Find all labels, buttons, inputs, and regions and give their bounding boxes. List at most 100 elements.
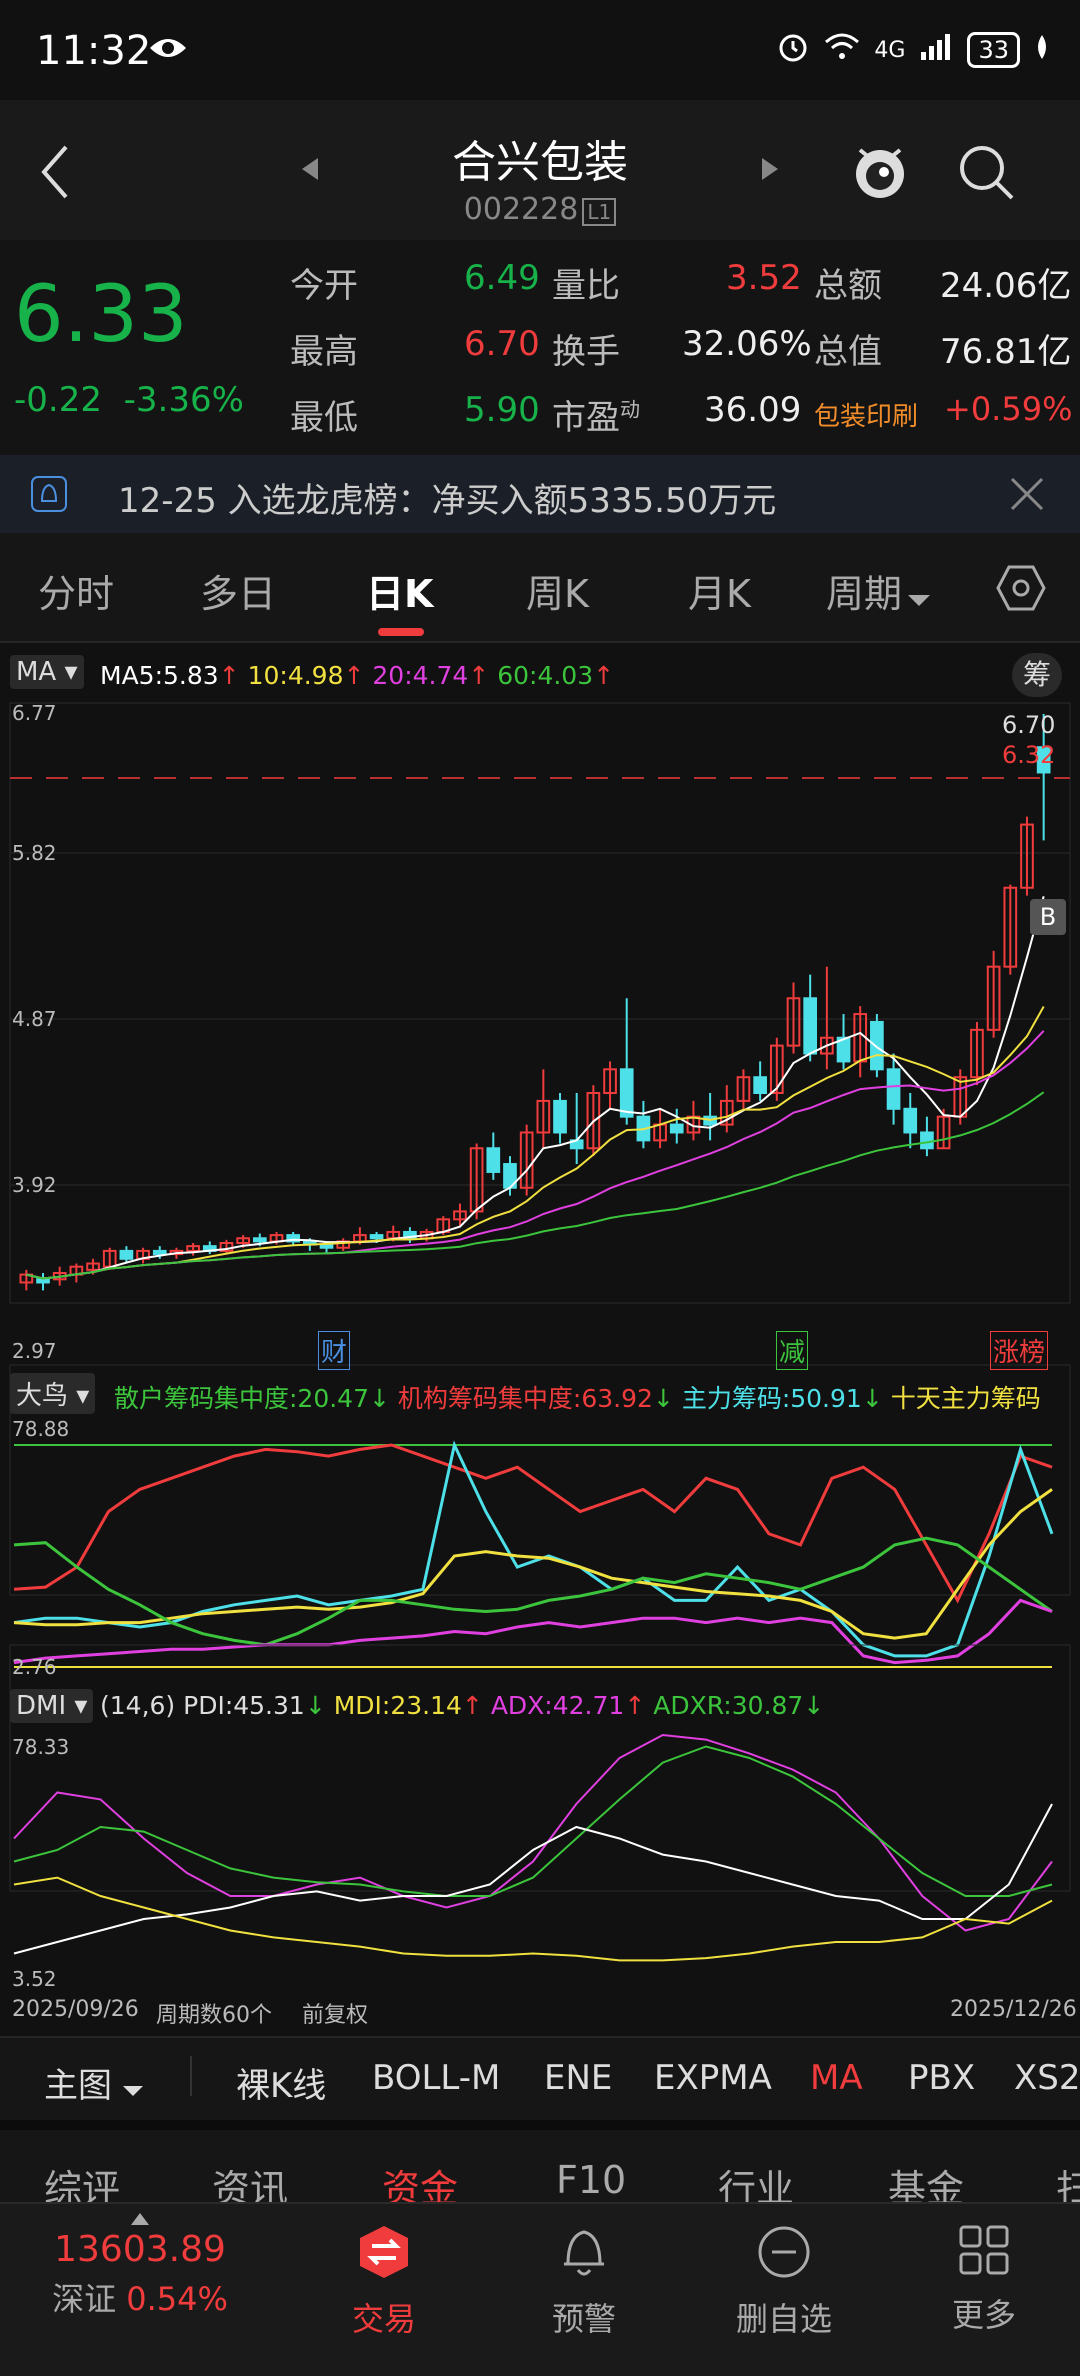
adxr-line xyxy=(13,1745,1053,1897)
tab-monthly-k[interactable]: 月K xyxy=(688,563,751,618)
indicator-xs2[interactable]: XS2 xyxy=(1014,2058,1080,2098)
next-stock-icon[interactable] xyxy=(760,156,780,186)
indicator-boll[interactable]: BOLL-M xyxy=(372,2058,500,2098)
dmi-ymax: 78.33 xyxy=(12,1735,70,1759)
info-tabs: 综评 资讯 资金 F10 行业 基金 扫 xyxy=(0,2120,1080,2211)
chevron-down-icon xyxy=(122,2086,143,2096)
search-icon[interactable] xyxy=(958,144,1014,204)
candle-down xyxy=(669,1123,684,1134)
event-earnings-mark[interactable]: 财 xyxy=(318,1331,351,1370)
sector-name[interactable]: 包装印刷 xyxy=(814,396,918,433)
candle-down xyxy=(803,997,818,1055)
level-tag: L1 xyxy=(582,198,617,226)
kline-chart[interactable]: MA ▾ MA5:5.83↑ 10:4.98↑ 20:4.74↑ 60:4.03… xyxy=(0,645,1080,2035)
candlestick-series xyxy=(19,714,1051,1291)
indicator-expma[interactable]: EXPMA xyxy=(654,2058,772,2098)
change-pct: -3.36% xyxy=(123,380,244,420)
vol-ratio-value: 3.52 xyxy=(726,258,802,298)
tab-daily-k[interactable]: 日K xyxy=(366,563,433,618)
tab-multiday[interactable]: 多日 xyxy=(200,563,276,618)
dmi-indicator-label: DMI xyxy=(16,1691,67,1721)
nav-remove-label: 删自选 xyxy=(735,2300,832,2338)
eye-icon xyxy=(148,34,188,66)
y-label-bottom: 2.97 xyxy=(12,1339,57,1363)
index-ticker[interactable]: 13603.89 深证 0.54% xyxy=(40,2210,240,2320)
tab-weekly-k[interactable]: 周K xyxy=(526,563,589,618)
indicator-ma[interactable]: MA xyxy=(810,2058,863,2098)
main-chart-select[interactable]: 主图 xyxy=(44,2058,143,2107)
chip-indicator-select[interactable]: 大鸟 ▾ xyxy=(10,1373,96,1414)
notice-bar[interactable]: 12-25 入选龙虎榜：净买入额5335.50万元 xyxy=(0,455,1080,533)
mktcap-label: 总值 xyxy=(814,332,882,372)
dmi-legend: (14,6) PDI:45.31↓ MDI:23.14↑ ADX:42.71↑ … xyxy=(100,1691,825,1720)
dmi-ymin: 3.52 xyxy=(12,1967,57,1991)
stock-code: 002228 L1 xyxy=(0,192,1080,227)
nav-alert[interactable]: 预警 xyxy=(504,2224,664,2340)
alarm-icon xyxy=(776,30,810,70)
candle-down xyxy=(920,1131,934,1150)
status-bar: 11:32 4G 33 xyxy=(0,0,1080,100)
buy-signal-badge[interactable]: B xyxy=(1030,899,1066,935)
status-icons: 4G 33 xyxy=(776,30,1050,70)
pdi-line xyxy=(13,1803,1053,1955)
low-value: 5.90 xyxy=(464,390,540,430)
quote-panel: 6.33 -0.22 -3.36% 今开 6.49 量比 3.52 总额 24.… xyxy=(0,240,1080,455)
inst-line xyxy=(13,1443,1053,1604)
indicator-pbx[interactable]: PBX xyxy=(908,2058,975,2098)
indicator-bare-k[interactable]: 裸K线 xyxy=(236,2058,326,2107)
tab-f10[interactable]: F10 xyxy=(556,2158,626,2202)
period-count: 周期数60个 xyxy=(156,2003,272,2028)
indicator-ene[interactable]: ENE xyxy=(544,2058,612,2098)
ma10-line xyxy=(26,1006,1045,1280)
candle-down xyxy=(252,1237,267,1243)
candle-down xyxy=(553,1099,567,1134)
status-time: 11:32 xyxy=(36,28,152,74)
open-value: 6.49 xyxy=(464,258,540,298)
candle-down xyxy=(152,1249,167,1256)
tab-intraday[interactable]: 分时 xyxy=(38,563,114,618)
candle-down xyxy=(119,1249,134,1260)
chip-ymin: 2.76 xyxy=(12,1655,57,1679)
ten-day-main-line xyxy=(13,1598,1053,1665)
nav-alert-label: 预警 xyxy=(551,2300,616,2338)
main-chip: 主力筹码:50.91 xyxy=(681,1384,862,1413)
turnover-value: 32.06% xyxy=(682,324,812,364)
index-name: 深证 xyxy=(52,2280,117,2318)
high-value: 6.70 xyxy=(464,324,540,364)
settings-icon[interactable] xyxy=(996,565,1046,615)
chip-legend: 散户筹码集中度:20.47↓ 机构筹码集中度:63.92↓ 主力筹码:50.91… xyxy=(114,1384,1041,1413)
stock-header: 合兴包装 002228 L1 xyxy=(0,100,1080,240)
vol-ratio-label: 量比 xyxy=(552,266,620,306)
event-reduce-mark[interactable]: 减 xyxy=(776,1331,809,1370)
event-dragon-tiger-mark[interactable]: 涨榜 xyxy=(990,1331,1049,1370)
candle-down xyxy=(903,1107,918,1134)
nav-trade[interactable]: 交易 xyxy=(304,2224,464,2340)
sector-pct[interactable]: +0.59% xyxy=(944,390,1072,428)
y-label-3: 4.87 xyxy=(12,1007,57,1031)
adx-value: ADX:42.71 xyxy=(490,1691,625,1720)
last-price-mark: 6.32 xyxy=(1002,741,1056,769)
candle-down xyxy=(369,1234,384,1240)
moving-average-lines xyxy=(26,896,1045,1280)
nav-remove-watchlist[interactable]: 删自选 xyxy=(704,2224,864,2340)
tab-period[interactable]: 周期 xyxy=(826,563,931,618)
date-end: 2025/12/26 xyxy=(950,1997,1077,2022)
pe-value: 36.09 xyxy=(704,390,802,430)
pe-sup: 动 xyxy=(620,397,640,422)
grid-icon xyxy=(959,2225,1009,2275)
retail-chip: 散户筹码集中度:20.47 xyxy=(114,1384,369,1413)
y-label-4: 3.92 xyxy=(12,1173,57,1197)
candle-down xyxy=(886,1068,901,1110)
dmi-indicator-select[interactable]: DMI ▾ xyxy=(10,1689,94,1723)
wifi-icon xyxy=(824,32,860,68)
retail-line xyxy=(13,1536,1053,1647)
adx-line xyxy=(13,1733,1053,1932)
candle-down xyxy=(619,1068,634,1118)
change-value: -0.22 xyxy=(14,380,102,420)
close-icon[interactable] xyxy=(1008,475,1046,517)
nav-more[interactable]: 更多 xyxy=(904,2224,1064,2336)
ten-day-line xyxy=(13,1488,1053,1640)
adjust-mode[interactable]: 前复权 xyxy=(302,1997,368,2029)
mascot-icon[interactable] xyxy=(850,138,910,206)
battery-icon: 33 xyxy=(967,32,1020,68)
